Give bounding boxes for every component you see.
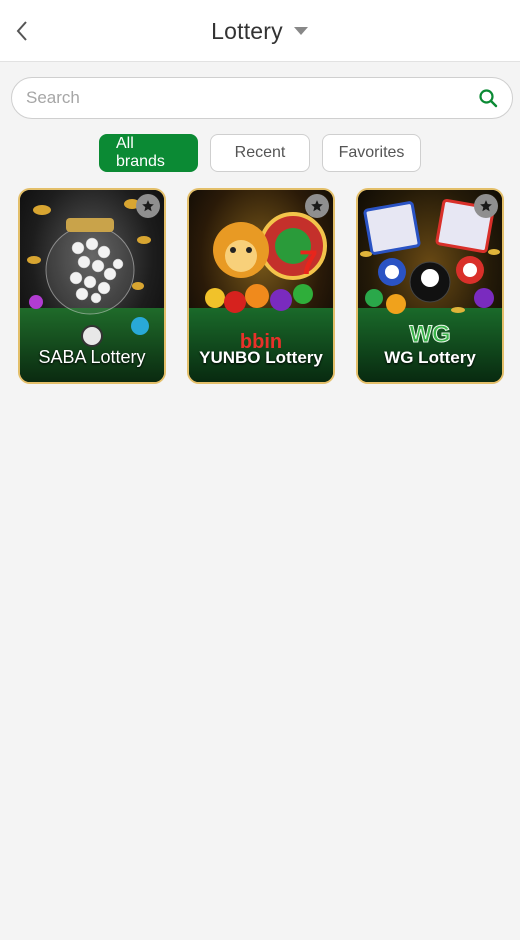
game-card-yunbo-lottery[interactable]: 7 bbin YUNBO Lottery <box>187 188 335 384</box>
brand-filter-tabs: All brands Recent Favorites <box>0 134 520 174</box>
svg-text:7: 7 <box>299 244 318 282</box>
back-button[interactable] <box>8 14 36 48</box>
favorite-toggle[interactable] <box>136 194 160 218</box>
star-icon <box>480 200 492 212</box>
search-bar <box>11 77 513 119</box>
favorite-toggle[interactable] <box>305 194 329 218</box>
tab-all-brands[interactable]: All brands <box>99 134 198 172</box>
svg-text:WG: WG <box>409 321 450 348</box>
game-card-wg-lottery[interactable]: WG WG Lottery <box>356 188 504 384</box>
search-icon[interactable] <box>478 88 498 108</box>
game-grid: SABA Lottery 7 bbin YUNBO Lottery WG WG … <box>18 188 506 384</box>
star-icon <box>142 200 154 212</box>
game-title: YUNBO Lottery <box>199 348 323 367</box>
page-title: Lottery <box>211 17 283 44</box>
favorite-toggle[interactable] <box>474 194 498 218</box>
star-icon <box>311 200 323 212</box>
game-title: SABA Lottery <box>38 347 146 367</box>
tab-favorites[interactable]: Favorites <box>322 134 421 172</box>
app-header: Lottery <box>0 0 520 62</box>
tab-recent[interactable]: Recent <box>210 134 310 172</box>
game-card-saba-lottery[interactable]: SABA Lottery <box>18 188 166 384</box>
chevron-left-icon <box>16 21 27 41</box>
game-title: WG Lottery <box>384 348 476 367</box>
caret-down-icon[interactable] <box>293 26 309 36</box>
search-input[interactable] <box>26 78 466 118</box>
